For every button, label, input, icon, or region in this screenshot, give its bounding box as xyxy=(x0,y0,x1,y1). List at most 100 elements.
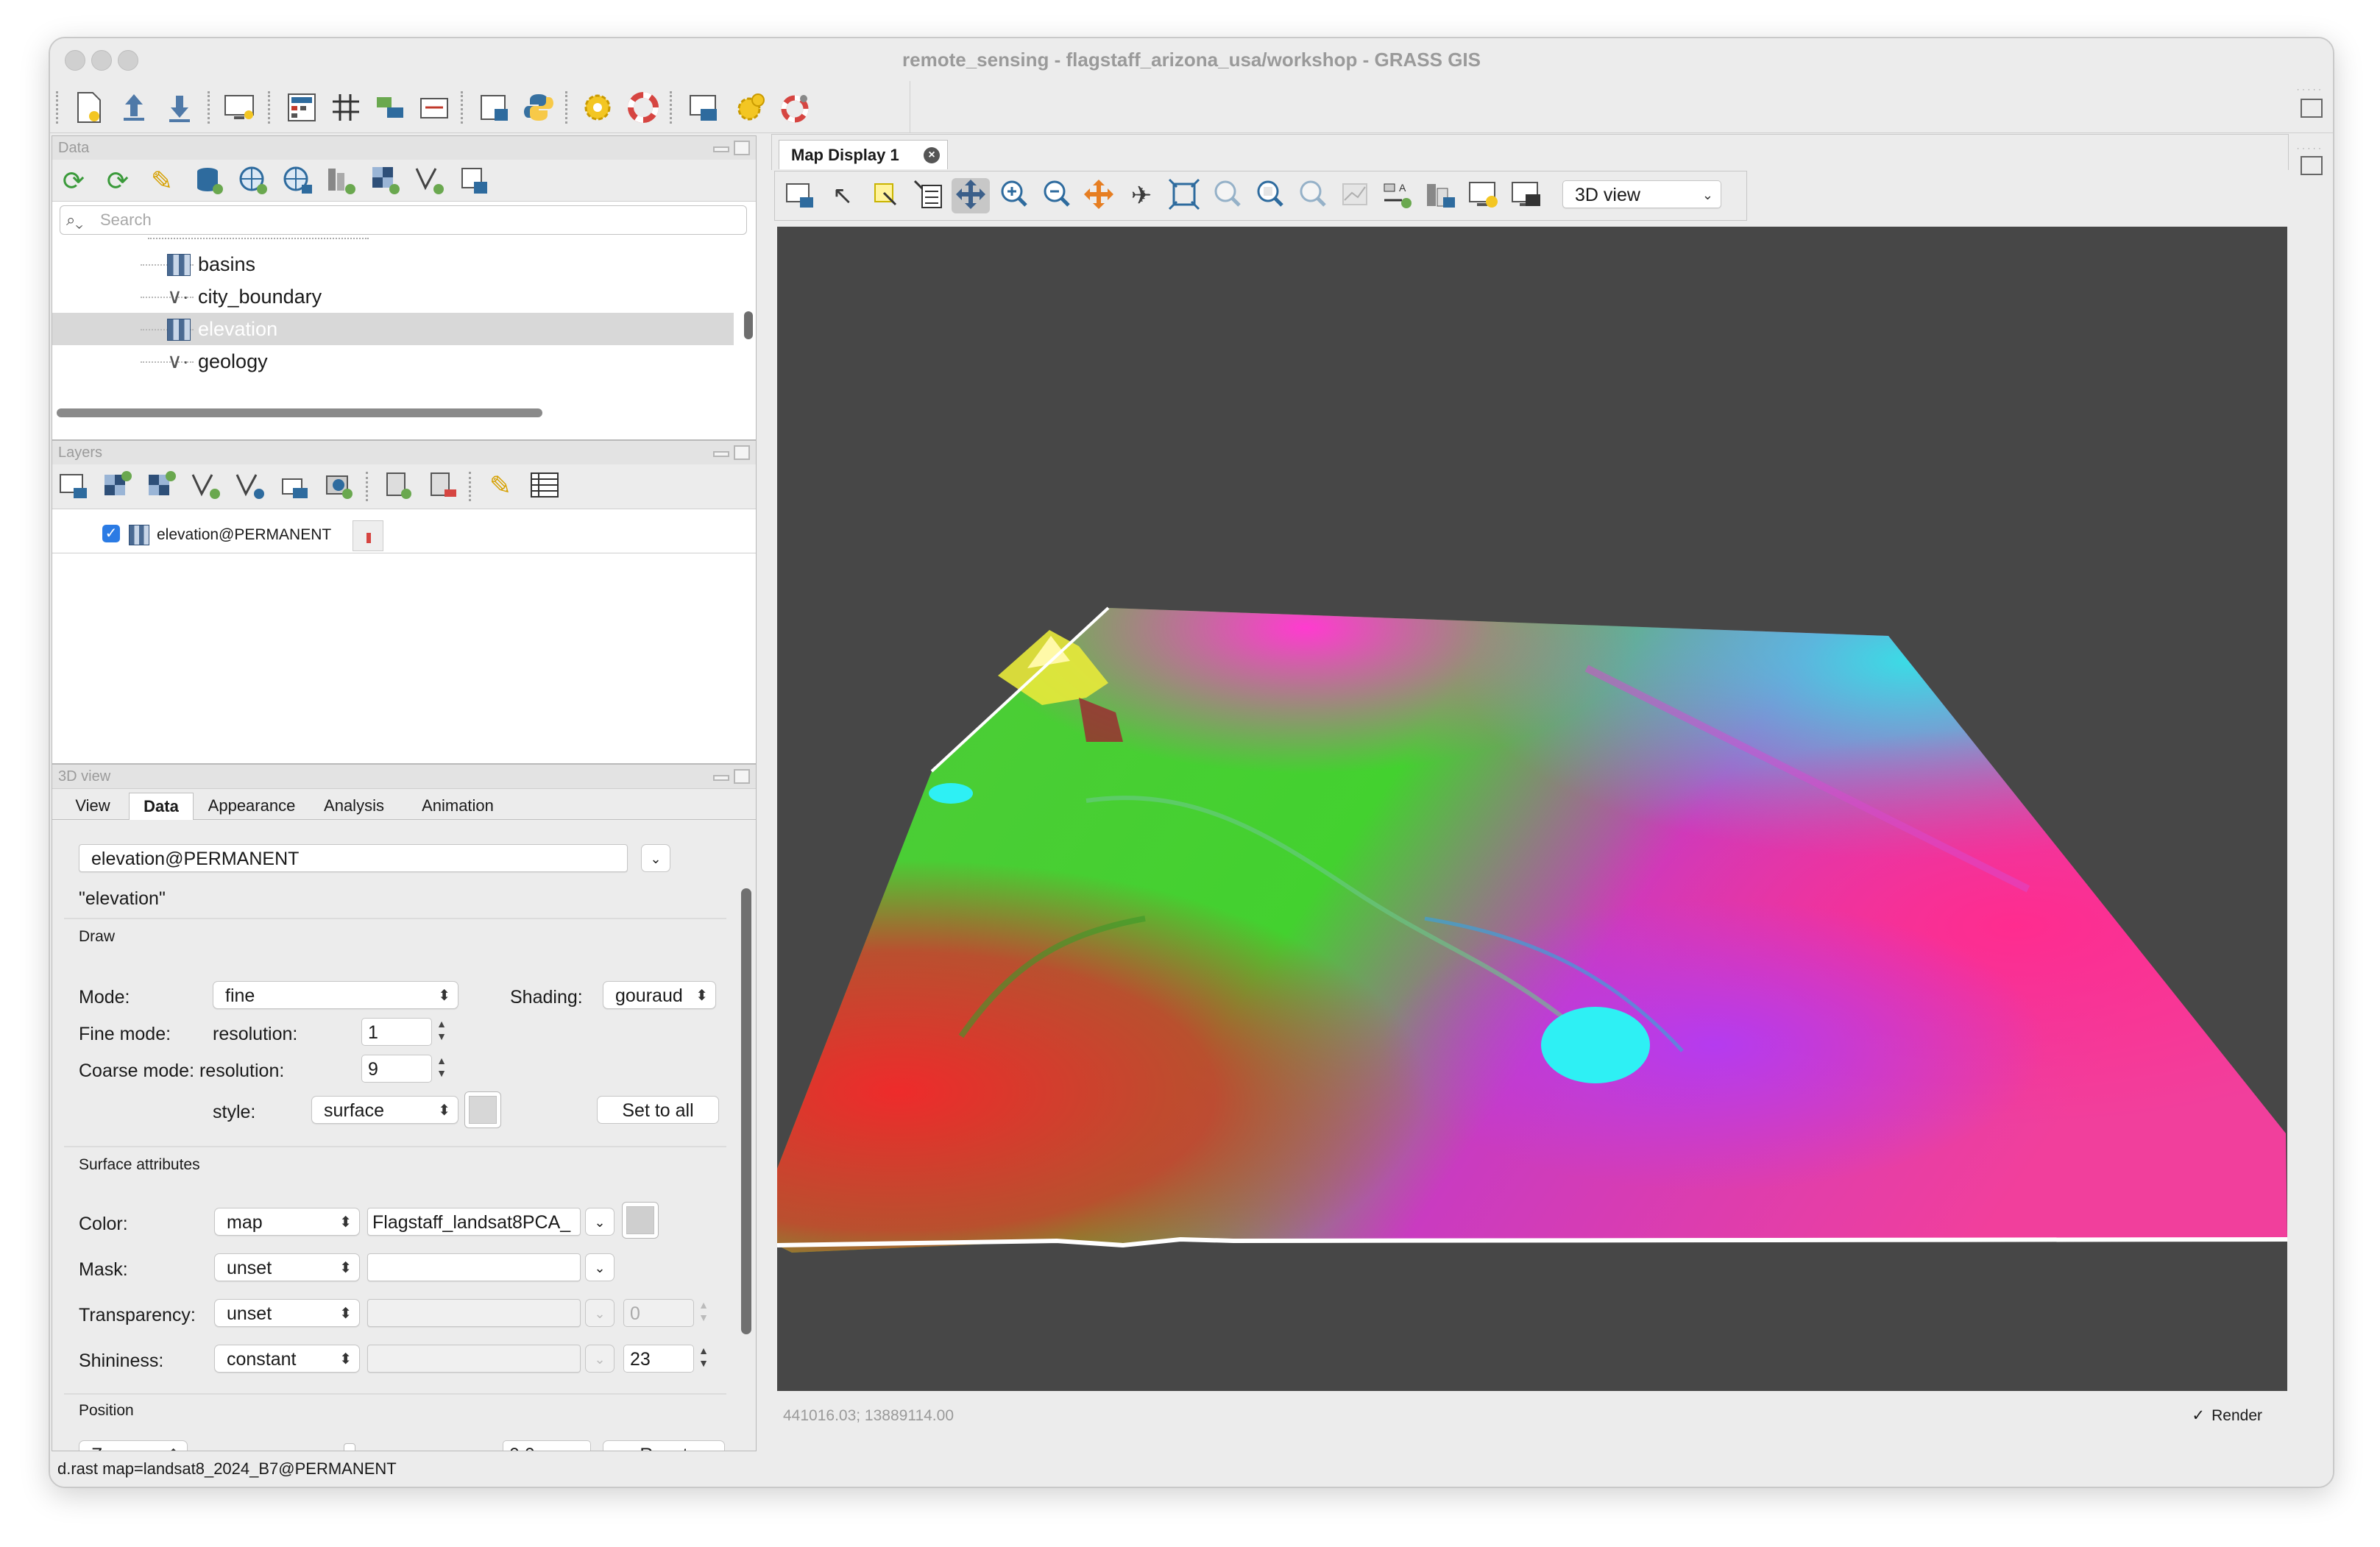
open-workspace-icon[interactable] xyxy=(115,88,153,127)
position-value-input[interactable]: 0.0 xyxy=(503,1440,591,1451)
tree-item-city-boundary[interactable]: ∨· city_boundary xyxy=(52,280,734,313)
minimize-pane-icon[interactable] xyxy=(713,775,729,781)
chevron-down-icon[interactable]: ⌄ xyxy=(585,1253,615,1281)
spinner-arrows-icon[interactable]: ▲ ▼ xyxy=(433,1055,450,1083)
tab-data[interactable]: Data xyxy=(129,793,194,820)
mode-select[interactable]: fine ⬍ xyxy=(213,981,458,1009)
tab-view[interactable]: View xyxy=(60,793,126,819)
zoom-menu-icon[interactable] xyxy=(1250,178,1289,213)
zoom-to-region-icon[interactable] xyxy=(1165,178,1203,213)
position-slider-handle[interactable] xyxy=(344,1443,355,1451)
tree-vertical-scrollbar[interactable] xyxy=(744,311,753,339)
fly-through-icon[interactable]: ✈ xyxy=(1122,178,1161,213)
set-to-all-button[interactable]: Set to all xyxy=(597,1096,719,1124)
add-location-icon[interactable] xyxy=(235,164,272,198)
wire-color-button[interactable] xyxy=(464,1091,501,1128)
minimize-pane-icon[interactable] xyxy=(713,451,729,457)
data-catalog-icon[interactable] xyxy=(371,88,409,127)
tree-item-elevation[interactable]: elevation xyxy=(52,313,734,345)
maximize-pane-icon[interactable] xyxy=(734,445,750,460)
color-swatch-button[interactable] xyxy=(622,1202,659,1239)
spinner-arrows-icon[interactable]: ▲ ▼ xyxy=(433,1018,450,1046)
tab-analysis[interactable]: Analysis xyxy=(310,793,398,819)
add-vector-misc-icon[interactable] xyxy=(232,469,269,503)
remove-layer-icon[interactable] xyxy=(423,469,460,503)
shininess-value-spinner[interactable]: 23 xyxy=(623,1345,694,1373)
layer-row[interactable]: ✓ elevation@PERMANENT xyxy=(52,517,756,553)
edit-icon[interactable]: ✎ xyxy=(144,164,180,198)
coarse-resolution-spinner[interactable]: 9 xyxy=(361,1055,432,1083)
attribute-table-icon[interactable] xyxy=(526,469,563,503)
mask-map-input[interactable] xyxy=(367,1253,581,1281)
add-mapset-icon[interactable] xyxy=(323,164,360,198)
modules-icon[interactable] xyxy=(415,88,453,127)
zoom-extent-icon[interactable] xyxy=(1080,178,1118,213)
tab-animation[interactable]: Animation xyxy=(403,793,513,819)
tab-appearance[interactable]: Appearance xyxy=(196,793,307,819)
view-mode-select[interactable]: 3D view ⌄ xyxy=(1562,180,1721,208)
search-field[interactable]: ⌕⌄ Search xyxy=(60,205,747,235)
chevron-down-icon[interactable]: ⌄ xyxy=(641,844,670,872)
new-map-display-icon[interactable] xyxy=(55,469,92,503)
surface-select[interactable]: elevation@PERMANENT xyxy=(79,844,628,872)
save-display-icon[interactable] xyxy=(1464,178,1502,213)
layer-options-button[interactable] xyxy=(353,520,383,551)
close-tab-icon[interactable]: × xyxy=(924,147,940,163)
select-icon[interactable] xyxy=(866,178,904,213)
settings-icon[interactable] xyxy=(578,88,617,127)
tree-item-geology[interactable]: ∨· geology xyxy=(52,345,734,378)
minimize-pane-icon[interactable] xyxy=(713,146,729,152)
vector-digitizer-icon[interactable]: ✎ xyxy=(482,469,519,503)
zoom-in-icon[interactable] xyxy=(994,178,1033,213)
style-select[interactable]: surface ⬍ xyxy=(311,1096,458,1124)
spinner-arrows-icon[interactable]: ▲ ▼ xyxy=(695,1345,712,1373)
add-vector-icon[interactable] xyxy=(188,469,224,503)
reload-mapset-icon[interactable]: ⟳ xyxy=(99,164,136,198)
import-raster-icon[interactable] xyxy=(367,164,404,198)
color-map-input[interactable]: Flagstaff_landsat8PCA_ xyxy=(367,1208,581,1236)
about-icon[interactable] xyxy=(776,88,814,127)
tree-horizontal-scrollbar[interactable] xyxy=(57,408,542,417)
query-icon[interactable] xyxy=(909,178,947,213)
add-raster-icon[interactable] xyxy=(99,469,136,503)
shininess-mode-select[interactable]: constant ⬍ xyxy=(214,1345,360,1373)
python-icon[interactable] xyxy=(520,88,558,127)
import-vector-icon[interactable] xyxy=(411,164,448,198)
reload-tree-icon[interactable]: ⟳ xyxy=(55,164,92,198)
raster-calculator-icon[interactable] xyxy=(283,88,321,127)
map-decoration-icon[interactable] xyxy=(1421,178,1459,213)
print-display-icon[interactable] xyxy=(1506,178,1545,213)
restore-pane-icon[interactable] xyxy=(2301,99,2323,118)
create-new-icon[interactable] xyxy=(456,164,492,198)
maximize-pane-icon[interactable] xyxy=(734,141,750,155)
chevron-down-icon[interactable]: ⌄ xyxy=(585,1208,615,1236)
preferences-icon[interactable] xyxy=(732,88,770,127)
add-grass-database-icon[interactable] xyxy=(191,164,227,198)
add-map-elements-icon[interactable] xyxy=(379,469,416,503)
map-display-tab[interactable]: Map Display 1 × xyxy=(779,140,948,169)
layer-visibility-checkbox[interactable]: ✓ xyxy=(102,525,120,542)
view3d-scrollbar[interactable] xyxy=(741,888,751,1334)
start-map-display-icon[interactable] xyxy=(221,88,259,127)
maximize-pane-icon[interactable] xyxy=(734,769,750,784)
position-axis-select[interactable]: Z⬍ xyxy=(79,1440,188,1451)
shading-select[interactable]: gouraud ⬍ xyxy=(603,981,716,1009)
console-icon[interactable] xyxy=(684,88,723,127)
add-overlay-icon[interactable] xyxy=(276,469,313,503)
new-workspace-icon[interactable] xyxy=(69,88,107,127)
pan-icon[interactable] xyxy=(952,178,990,213)
script-icon[interactable] xyxy=(475,88,514,127)
render-checkbox[interactable]: ✓ xyxy=(2192,1394,2205,1438)
help-icon[interactable] xyxy=(624,88,662,127)
add-group-icon[interactable] xyxy=(320,469,357,503)
zoom-out-icon[interactable] xyxy=(1037,178,1075,213)
color-mode-select[interactable]: map ⬍ xyxy=(214,1208,360,1236)
map-canvas[interactable] xyxy=(776,227,2288,1391)
add-raster-misc-icon[interactable] xyxy=(144,469,180,503)
transparency-mode-select[interactable]: unset ⬍ xyxy=(214,1299,360,1327)
save-workspace-icon[interactable] xyxy=(160,88,199,127)
grid-icon[interactable] xyxy=(327,88,365,127)
restore-pane-icon[interactable] xyxy=(2301,156,2323,175)
pointer-icon[interactable]: ↖ xyxy=(824,178,862,213)
fine-resolution-spinner[interactable]: 1 xyxy=(361,1018,432,1046)
